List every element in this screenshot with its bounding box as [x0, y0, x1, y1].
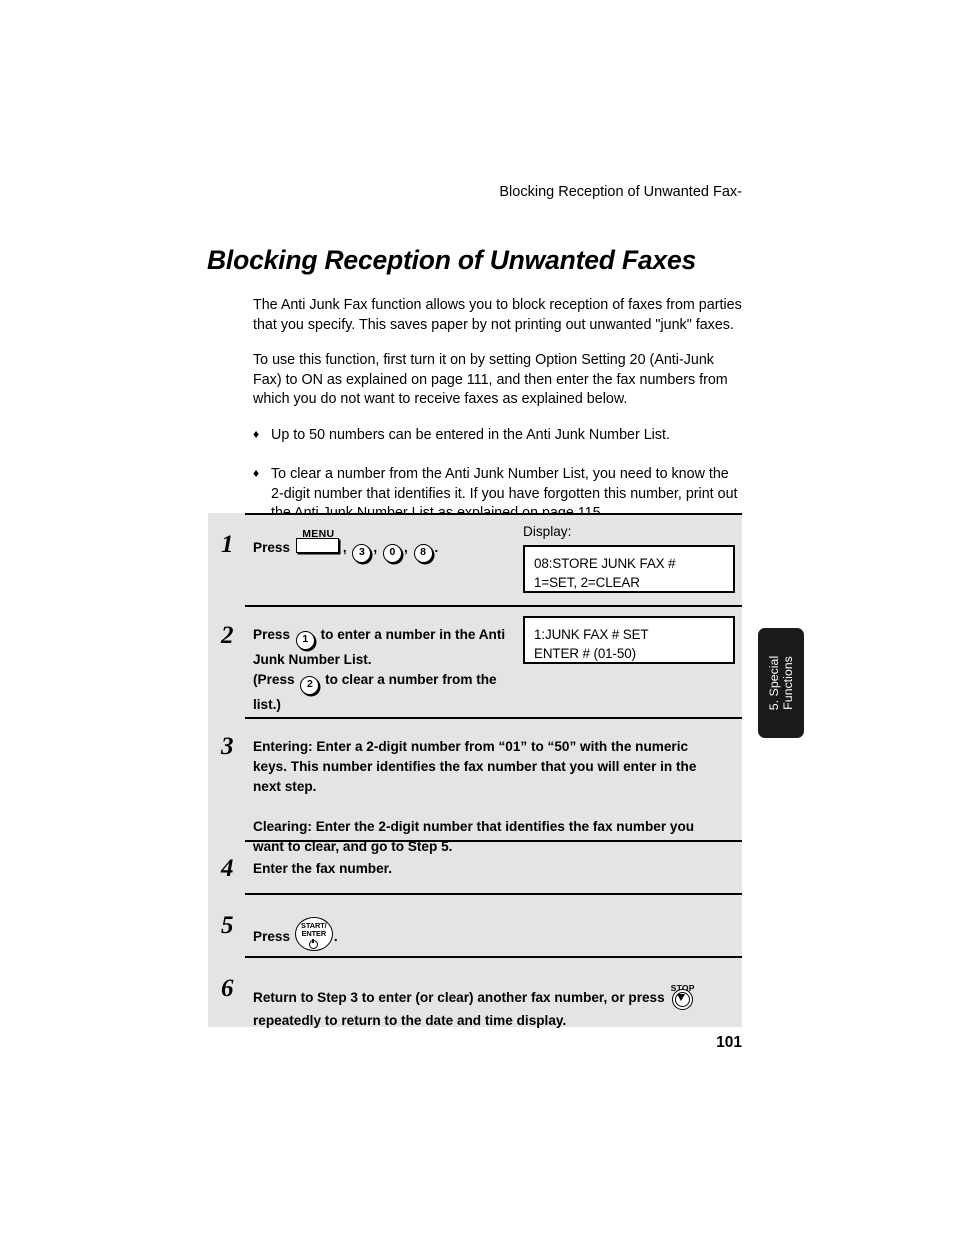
lcd-display-step-2: 1:JUNK FAX # SET ENTER # (01-50) [523, 616, 735, 664]
step-2-line2: Junk Number List. [253, 652, 372, 667]
numeric-key-2-icon[interactable]: 2 [300, 676, 320, 695]
step-1-instruction: Press MENU , 3, 0, 8. [253, 528, 533, 563]
step-6-instruction: Return to Step 3 to enter (or clear) ano… [253, 979, 723, 1031]
numeric-key-1-icon[interactable]: 1 [295, 631, 315, 650]
numeric-key-3-icon[interactable]: 3 [352, 544, 372, 563]
running-header: Blocking Reception of Unwanted Fax- [499, 184, 742, 200]
intro-paragraph-1: The Anti Junk Fax function allows you to… [253, 297, 742, 333]
start-enter-key-icon[interactable]: START/ ENTER [294, 917, 333, 951]
lcd-line: 08:STORE JUNK FAX # [534, 556, 676, 571]
step-number-1: 1 [221, 531, 234, 558]
press-label: Press [253, 540, 291, 555]
press-label: Press [253, 929, 291, 944]
step-number-3: 3 [221, 733, 234, 760]
step-6-line2: repeatedly to return to the date and tim… [253, 1013, 567, 1028]
menu-key-body [295, 538, 339, 553]
numeric-key-8-icon[interactable]: 8 [413, 544, 433, 563]
step-separator-rule [245, 956, 742, 958]
comma-separator: , [403, 540, 408, 555]
lcd-line: 1:JUNK FAX # SET [534, 627, 649, 642]
step-3-instruction: Entering: Enter a 2-digit number from “0… [253, 737, 723, 857]
lcd-line: 1=SET, 2=CLEAR [534, 575, 640, 590]
lcd-line: ENTER # (01-50) [534, 646, 636, 661]
start-enter-key-line2: ENTER [301, 929, 327, 939]
page-title: Blocking Reception of Unwanted Faxes [207, 245, 697, 275]
diamond-bullet-icon: ♦ [253, 426, 260, 441]
procedure-panel: 1 Press MENU , 3, 0, 8. Display: 08:STOR… [208, 513, 742, 1028]
press-label-2: (Press [253, 672, 295, 687]
step-5-instruction: Press START/ ENTER . [253, 917, 653, 951]
stop-key-triangle [677, 994, 686, 1001]
step-separator-rule [245, 605, 742, 607]
step-number-6: 6 [221, 975, 234, 1002]
intro-paragraph-2: To use this function, first turn it on b… [253, 352, 728, 407]
page-number: 101 [716, 1034, 742, 1051]
stop-key-icon[interactable]: STOP [669, 979, 697, 1011]
diamond-bullet-icon: ♦ [253, 466, 260, 480]
step-3-paragraph-1: Entering: Enter a 2-digit number from “0… [253, 739, 697, 794]
step-2-line4: list.) [253, 697, 281, 712]
bullet-item: ♦ Up to 50 numbers can be entered in the… [253, 426, 742, 446]
step-separator-rule [245, 717, 742, 719]
period-separator: . [333, 929, 338, 944]
step-4-instruction: Enter the fax number. [253, 861, 392, 876]
press-label: Press [253, 627, 291, 642]
step-separator-rule [245, 893, 742, 895]
power-symbol-icon [309, 938, 319, 949]
step-number-4: 4 [221, 855, 234, 882]
step-number-2: 2 [221, 622, 234, 649]
step-2-line1-tail: to enter a number in the Anti [320, 627, 506, 642]
chapter-tab-label: 5. Special Functions [766, 655, 796, 711]
step-6-line1: Return to Step 3 to enter (or clear) ano… [253, 990, 665, 1005]
step-3-paragraph-2: Clearing: Enter the 2-digit number that … [253, 819, 695, 854]
display-label: Display: [523, 524, 572, 539]
period-separator: . [434, 540, 439, 555]
step-separator-rule [245, 513, 742, 515]
chapter-thumb-tab: 5. Special Functions [758, 628, 804, 738]
comma-separator: , [373, 540, 378, 555]
lcd-display-step-1: 08:STORE JUNK FAX # 1=SET, 2=CLEAR [523, 545, 735, 593]
numeric-key-0-icon[interactable]: 0 [382, 544, 402, 563]
bullet-text: Up to 50 numbers can be entered in the A… [271, 426, 670, 443]
step-number-5: 5 [221, 912, 234, 939]
step-2-instruction: Press 1 to enter a number in the Anti Ju… [253, 625, 518, 715]
menu-key-icon[interactable]: MENU [295, 528, 341, 556]
intro-section: The Anti Junk Fax function allows you to… [253, 296, 742, 542]
step-2-line3-tail: to clear a number from the [325, 672, 497, 687]
comma-separator: , [342, 540, 347, 555]
